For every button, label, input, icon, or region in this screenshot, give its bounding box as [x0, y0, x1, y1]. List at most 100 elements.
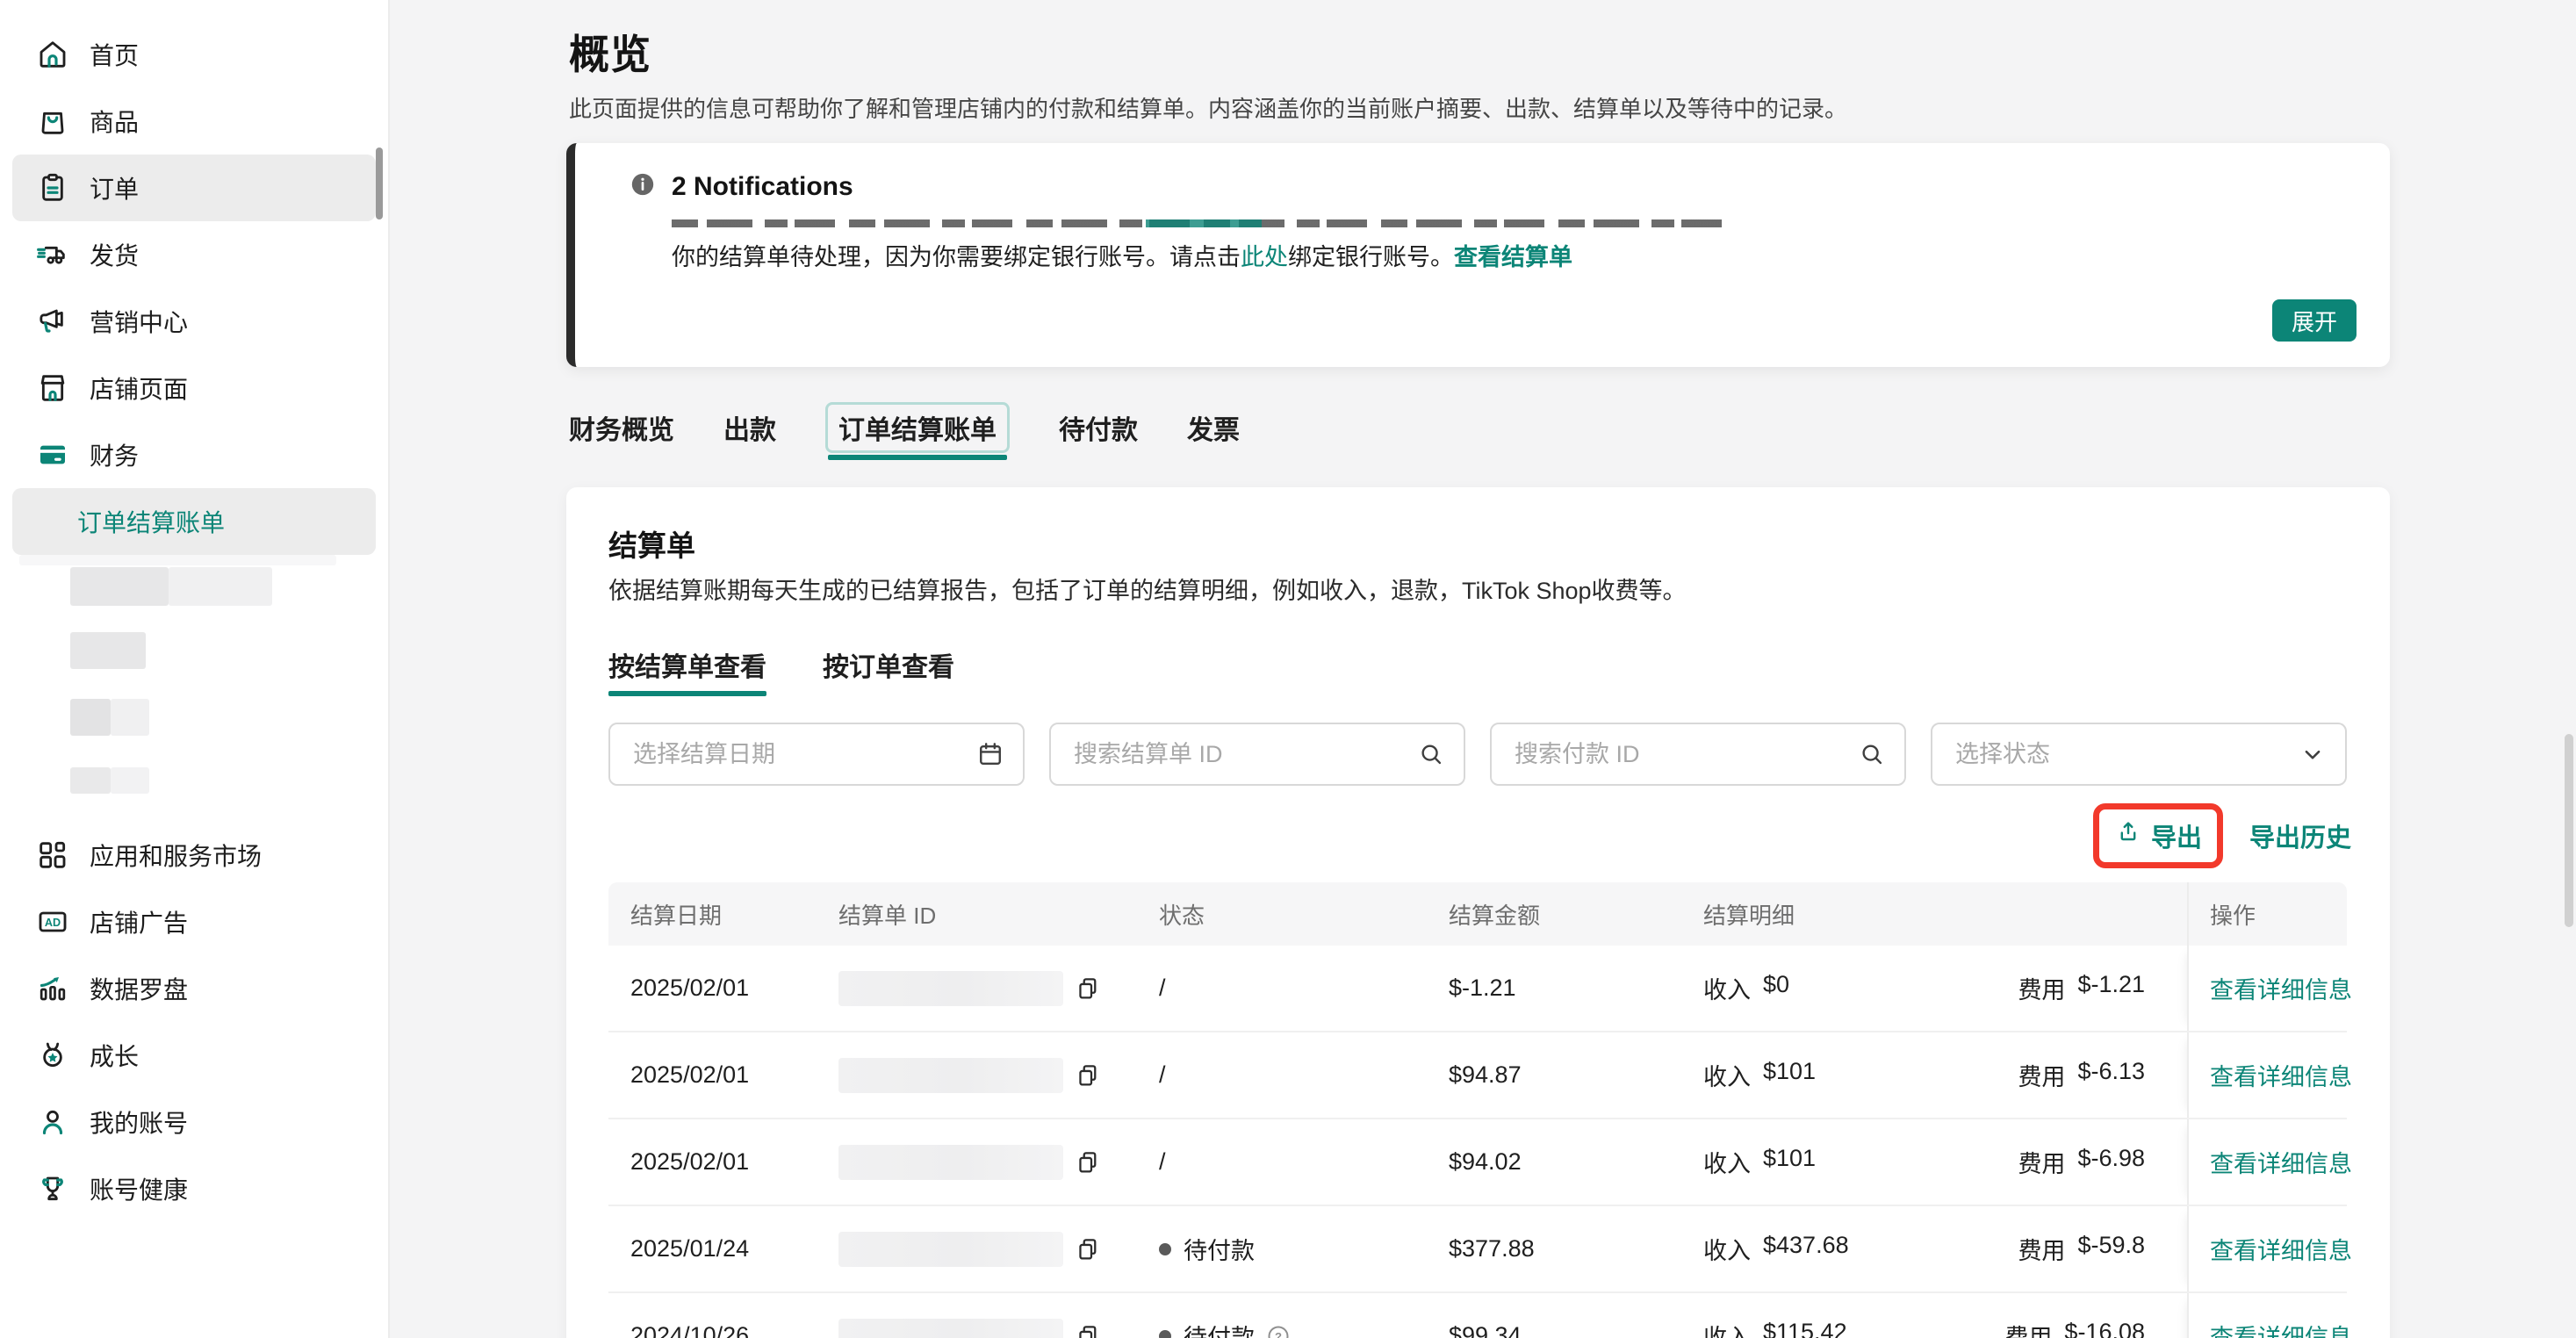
- statement-id-cell: [817, 946, 1137, 1031]
- sidebar-item-order-settlement[interactable]: 订单结算账单: [12, 488, 376, 555]
- sidebar-item-home[interactable]: 首页: [12, 21, 376, 88]
- settlement-date-cell: 2025/02/01: [608, 946, 817, 1031]
- settlement-amount-cell: $377.88: [1427, 1206, 1681, 1291]
- settlement-date-filter[interactable]: [608, 723, 1025, 786]
- status-cell: 待付款: [1137, 1206, 1427, 1291]
- action-cell: 查看详细信息: [2187, 946, 2347, 1031]
- settlement-detail-cell: 收入$437.68 费用$-59.8: [1681, 1206, 2187, 1291]
- sidebar-item-my-account[interactable]: 我的账号: [12, 1089, 376, 1155]
- page-scrollbar[interactable]: [2565, 734, 2573, 927]
- sidebar-item-growth[interactable]: 成长: [12, 1022, 376, 1089]
- svg-text:AD: AD: [45, 917, 61, 929]
- panel-title: 结算单: [608, 522, 695, 565]
- view-subtabs: 按结算单查看 按订单查看: [608, 645, 954, 684]
- view-details-link[interactable]: 查看详细信息: [2210, 1145, 2352, 1179]
- sidebar-item-store-ads[interactable]: AD 店铺广告: [12, 888, 376, 955]
- income-label: 收入: [1703, 971, 1751, 1005]
- sidebar-item-data-compass[interactable]: 数据罗盘: [12, 955, 376, 1022]
- status-select-input[interactable]: [1954, 740, 2298, 769]
- fee-value: $-6.13: [2077, 1058, 2145, 1092]
- trophy-icon: [35, 1171, 70, 1206]
- view-details-link[interactable]: 查看详细信息: [2210, 1058, 2352, 1092]
- action-cell: 查看详细信息: [2187, 1032, 2347, 1118]
- finance-tabs: 财务概览出款订单结算账单待付款发票: [569, 402, 1240, 453]
- action-cell: 查看详细信息: [2187, 1293, 2347, 1338]
- svg-text:?: ?: [1275, 1329, 1282, 1338]
- statement-id-search-input[interactable]: [1072, 740, 1416, 769]
- truck-icon: [35, 237, 70, 272]
- sidebar-item-shipping[interactable]: 发货: [12, 221, 376, 288]
- view-details-link[interactable]: 查看详细信息: [2210, 971, 2352, 1005]
- copy-icon[interactable]: [1074, 1322, 1102, 1338]
- statement-id-cell: [817, 1119, 1137, 1205]
- income-label: 收入: [1703, 1232, 1751, 1266]
- fee-value: $-59.8: [2077, 1232, 2145, 1266]
- settlement-date-filter-input[interactable]: [631, 740, 975, 769]
- export-button[interactable]: 导出: [2114, 817, 2202, 854]
- sidebar-scrollbar[interactable]: [376, 147, 383, 219]
- bag-icon: [35, 104, 70, 139]
- status-cell: /: [1137, 1032, 1427, 1118]
- filter-row: [608, 723, 2347, 786]
- calendar-icon[interactable]: [975, 739, 1005, 769]
- sidebar-item-apps-services-market[interactable]: 应用和服务市场: [12, 822, 376, 888]
- view-statement-link[interactable]: 查看结算单: [1454, 244, 1572, 270]
- page-title: 概览: [569, 23, 651, 81]
- expand-button[interactable]: 展开: [2272, 299, 2357, 342]
- redacted-statement-id: [838, 1232, 1063, 1267]
- home-icon: [35, 37, 70, 72]
- status-text: /: [1159, 1061, 1166, 1089]
- column-header-3: 状态: [1137, 882, 1427, 946]
- subtab-view-by-statement[interactable]: 按结算单查看: [608, 645, 766, 684]
- copy-icon[interactable]: [1074, 1061, 1102, 1090]
- copy-icon[interactable]: [1074, 1235, 1102, 1263]
- view-details-link[interactable]: 查看详细信息: [2210, 1232, 2352, 1266]
- help-icon[interactable]: ?: [1265, 1323, 1292, 1338]
- tab-invoices[interactable]: 发票: [1187, 402, 1240, 453]
- column-header-5: 结算明细: [1681, 882, 2187, 946]
- sidebar-item-marketing-center[interactable]: 营销中心: [12, 288, 376, 355]
- chevron-down-icon[interactable]: [2298, 739, 2328, 769]
- settlement-date-cell: 2025/02/01: [608, 1032, 817, 1118]
- sidebar-item-account-health[interactable]: 账号健康: [12, 1155, 376, 1222]
- store-icon: [35, 370, 70, 406]
- export-history-link[interactable]: 导出历史: [2249, 817, 2351, 854]
- bind-bank-link[interactable]: 此处: [1241, 244, 1288, 270]
- status-select[interactable]: [1931, 723, 2347, 786]
- tab-order-settlement[interactable]: 订单结算账单: [825, 402, 1010, 453]
- statement-id-search[interactable]: [1049, 723, 1465, 786]
- table-header: 结算日期结算单 ID状态结算金额结算明细操作: [608, 882, 2347, 946]
- sidebar-nav: 首页 商品 订单 发货 营销中心 店铺页面 财务 订单结算账单 应用和服务市场 …: [0, 0, 388, 1222]
- sidebar-item-finance[interactable]: 财务: [12, 421, 376, 488]
- view-details-link[interactable]: 查看详细信息: [2210, 1319, 2352, 1338]
- sidebar-item-products[interactable]: 商品: [12, 88, 376, 155]
- copy-icon[interactable]: [1074, 975, 1102, 1003]
- export-highlight-annotation: 导出: [2093, 803, 2223, 868]
- search-icon[interactable]: [1857, 739, 1887, 769]
- tab-pending-payment[interactable]: 待付款: [1059, 402, 1138, 453]
- sidebar-item-store-page[interactable]: 店铺页面: [12, 355, 376, 421]
- settlement-table: 结算日期结算单 ID状态结算金额结算明细操作 2025/02/01 / $-1.…: [608, 882, 2347, 1338]
- sidebar: 首页 商品 订单 发货 营销中心 店铺页面 财务 订单结算账单 应用和服务市场 …: [0, 0, 390, 1338]
- income-label: 收入: [1703, 1319, 1751, 1338]
- status-text: 待付款: [1184, 1232, 1255, 1266]
- tab-finance-overview[interactable]: 财务概览: [569, 402, 674, 453]
- settlement-detail-cell: 收入$101 费用$-6.98: [1681, 1119, 2187, 1205]
- notification-message: 你的结算单待处理，因为你需要绑定银行账号。请点击此处绑定银行账号。查看结算单: [672, 238, 1572, 272]
- tab-withdrawals[interactable]: 出款: [723, 402, 776, 453]
- sidebar-item-orders[interactable]: 订单: [12, 155, 376, 221]
- settlement-amount-cell: $99.34: [1427, 1293, 1681, 1338]
- payment-id-search-input[interactable]: [1513, 740, 1857, 769]
- column-header-1: 结算日期: [608, 882, 817, 946]
- subtab-view-by-order[interactable]: 按订单查看: [823, 645, 954, 684]
- redacted-statement-id: [838, 971, 1063, 1006]
- status-text: /: [1159, 1148, 1166, 1176]
- status-text: 待付款: [1184, 1319, 1255, 1338]
- payment-id-search[interactable]: [1490, 723, 1906, 786]
- search-icon[interactable]: [1416, 739, 1446, 769]
- statement-id-cell: [817, 1206, 1137, 1291]
- income-value: $101: [1763, 1145, 1816, 1179]
- settlement-date-cell: 2025/02/01: [608, 1119, 817, 1205]
- copy-icon[interactable]: [1074, 1148, 1102, 1176]
- seller-center-finance-page: 首页 商品 订单 发货 营销中心 店铺页面 财务 订单结算账单 应用和服务市场 …: [0, 0, 2576, 1338]
